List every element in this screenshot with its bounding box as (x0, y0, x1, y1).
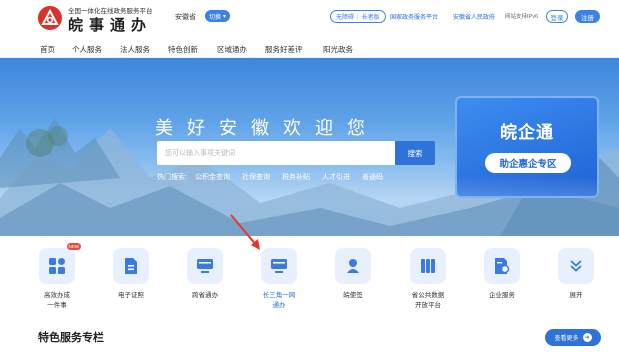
hot-search-label: 热门搜索: (157, 174, 187, 181)
switch-label: 切换 (209, 14, 222, 21)
service-label: 展开 (569, 292, 583, 299)
wanqitong-card[interactable]: 皖企通 助企惠企专区 (455, 96, 599, 198)
view-more-label: 查看更多 (554, 336, 579, 342)
service-item-enterprise[interactable]: 企业服务 (472, 248, 532, 301)
pill-divider: | (357, 13, 359, 20)
nav-regional[interactable]: 区域通办 (217, 44, 247, 55)
service-item-expand[interactable]: 展开 (546, 248, 606, 301)
user-stamp-icon (335, 248, 371, 284)
register-button[interactable]: 注册 (575, 10, 600, 23)
hot-search-item[interactable]: 社保查询 (242, 172, 270, 182)
service-label: 电子证照 (118, 292, 144, 299)
region-label: 安徽省 (175, 14, 196, 21)
elder-mode-link[interactable]: 长者版 (362, 12, 380, 21)
region-switch-button[interactable]: 切换 ▾ (205, 10, 231, 22)
red-arrow-annotation (230, 214, 260, 250)
nav-open-gov[interactable]: 阳光政务 (323, 44, 353, 55)
login-button[interactable]: 登录 (546, 10, 568, 23)
service-item-wan-sign[interactable]: 皖使签 (323, 248, 383, 301)
data-columns-icon (410, 248, 446, 284)
new-badge: NEW (66, 243, 81, 250)
hot-search-item[interactable]: 公积金查询 (195, 172, 230, 182)
wanqitong-title: 皖企通 (500, 123, 554, 142)
hot-search-item[interactable]: 善通码 (362, 172, 383, 182)
service-item-one-thing[interactable]: NEW 高效办成 一件事 (27, 243, 87, 311)
service-shortcuts: NEW 高效办成 一件事 电子证照 跨省通办 长三角一网 通办 皖使签 省公共数据开… (0, 236, 619, 326)
service-item-yangtze-delta[interactable]: 长三角一网 通办 (249, 248, 309, 311)
nav-innovation[interactable]: 特色创新 (168, 44, 198, 55)
double-chevron-down-icon (558, 248, 594, 284)
document-icon (113, 248, 149, 284)
national-platform-link[interactable]: 国家政务服务平台 (390, 12, 438, 21)
site-title[interactable]: 皖事通办 (68, 14, 152, 35)
service-item-e-license[interactable]: 电子证照 (101, 248, 161, 301)
nav-legal-person[interactable]: 法人服务 (120, 44, 150, 55)
service-label: 长三角一网 通办 (262, 292, 296, 309)
service-label: 皖使签 (343, 292, 363, 299)
service-label: 跨省通办 (192, 292, 218, 299)
enterprise-doc-icon (484, 248, 520, 284)
nav-home[interactable]: 首页 (40, 44, 55, 55)
section-title: 特色服务专栏 (38, 332, 104, 344)
nav-evaluation[interactable]: 服务好差评 (265, 44, 303, 55)
service-label: 高效办成 一件事 (44, 292, 70, 309)
hero-banner: 美好安徽欢迎您 搜索 热门搜索: 公积金查询 社保查询 税务补贴 人才引进 善通… (0, 58, 619, 236)
arrow-right-icon: ➜ (582, 333, 592, 342)
main-nav: 首页 个人服务 法人服务 特色创新 区域通办 服务好差评 阳光政务 (0, 38, 619, 58)
hot-search-list: 热门搜索: 公积金查询 社保查询 税务补贴 人才引进 善通码 (157, 172, 383, 182)
ipv6-note: 网站支持IPv6 (505, 14, 539, 20)
accessibility-pill: 无障碍 | 长者版 (330, 10, 386, 23)
welcome-slogan: 美好安徽欢迎您 (155, 118, 379, 138)
service-item-public-data[interactable]: 省公共数据 开放平台 (398, 248, 458, 311)
province-gov-link[interactable]: 安徽省人民政府 (453, 12, 495, 21)
hot-search-item[interactable]: 税务补贴 (282, 172, 310, 182)
view-more-button[interactable]: 查看更多 ➜ (545, 329, 601, 346)
service-label: 省公共数据 开放平台 (411, 292, 445, 309)
search-input[interactable] (157, 141, 395, 165)
chevron-down-icon: ▾ (223, 13, 227, 20)
service-label: 企业服务 (489, 292, 515, 299)
service-item-cross-province[interactable]: 跨省通办 (175, 248, 235, 301)
site-header: 全国一体化在线政务服务平台 皖事通办 安徽省 切换 ▾ 无障碍 | 长者版 国家… (0, 0, 619, 38)
card-decoration (457, 176, 597, 196)
monitor-icon (187, 248, 223, 284)
anhui-logo-icon[interactable] (38, 6, 62, 30)
enterprise-zone-button[interactable]: 助企惠企专区 (485, 153, 571, 173)
grid-apps-icon: NEW (39, 243, 81, 284)
hot-search-item[interactable]: 人才引进 (322, 172, 350, 182)
search-button[interactable]: 搜索 (395, 141, 435, 165)
accessibility-link[interactable]: 无障碍 (336, 12, 354, 21)
nav-personal[interactable]: 个人服务 (72, 44, 102, 55)
